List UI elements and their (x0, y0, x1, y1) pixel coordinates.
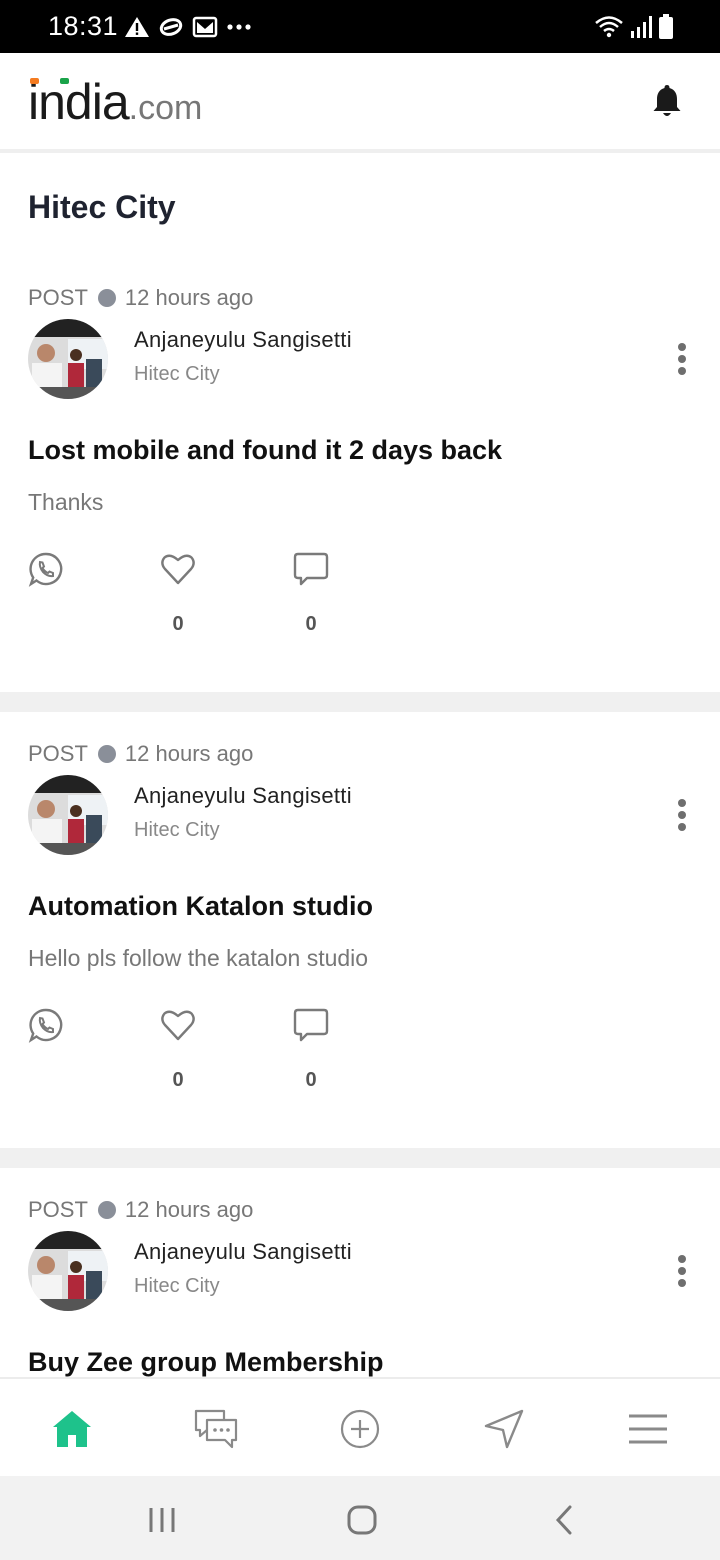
avatar[interactable] (28, 319, 108, 399)
post-actions: 0 0 (0, 551, 720, 641)
more-vertical-icon (678, 343, 686, 351)
battery-icon (659, 14, 673, 39)
like-heart-icon[interactable] (160, 1007, 196, 1043)
bell-icon (653, 85, 681, 116)
avatar[interactable] (28, 1231, 108, 1311)
home-circle-icon (347, 1505, 377, 1535)
chat-icon (194, 1409, 238, 1449)
post-title[interactable]: Lost mobile and found it 2 days back (28, 435, 502, 466)
menu-icon (629, 1414, 667, 1444)
logo-accent-marks (30, 78, 69, 84)
nav-navigate[interactable] (480, 1405, 528, 1453)
meta-dot (97, 745, 116, 763)
system-navigation-bar (0, 1476, 720, 1560)
status-system-icons (594, 14, 674, 40)
author-name[interactable]: Anjaneyulu Sangisetti (134, 1239, 352, 1265)
author-location: Hitec City (134, 1275, 220, 1297)
post-meta: POST 12 hours ago (28, 283, 253, 313)
whatsapp-share-icon[interactable] (28, 1007, 64, 1043)
bottom-navigation (0, 1377, 720, 1476)
post-body: Thanks (28, 489, 104, 515)
signal-icon (631, 16, 652, 38)
post-meta: POST 12 hours ago (28, 1195, 253, 1225)
nav-menu[interactable] (624, 1405, 672, 1453)
more-options-button[interactable] (672, 343, 692, 375)
status-time: 18:31 (48, 11, 119, 41)
recent-apps-icon (149, 1508, 175, 1532)
page-title: Hitec City (28, 189, 176, 225)
post-time: 12 hours ago (124, 741, 254, 766)
back-button[interactable] (544, 1500, 584, 1540)
home-icon (53, 1411, 91, 1447)
link-icon (159, 18, 183, 36)
post-meta: POST 12 hours ago (28, 739, 253, 769)
post-type: POST (28, 285, 88, 310)
post-title[interactable]: Buy Zee group Membership (28, 1347, 384, 1377)
warning-icon (125, 17, 149, 37)
post-time: 12 hours ago (124, 285, 254, 310)
post-card[interactable]: POST 12 hours ago Anjaneyulu Sangisetti … (0, 1195, 720, 1377)
meta-dot (97, 289, 116, 307)
add-post-icon (340, 1409, 380, 1449)
home-button[interactable] (342, 1500, 382, 1540)
nav-home[interactable] (48, 1405, 96, 1453)
avatar[interactable] (28, 775, 108, 855)
author-location: Hitec City (134, 363, 220, 385)
logo-com-text: .com (128, 89, 203, 127)
whatsapp-share-icon[interactable] (28, 551, 64, 587)
author-name[interactable]: Anjaneyulu Sangisetti (134, 783, 352, 809)
more-options-button[interactable] (672, 1255, 692, 1287)
gmail-icon (192, 16, 218, 38)
wifi-icon (595, 16, 623, 38)
post-separator (0, 1148, 720, 1168)
app-header: india .com (0, 53, 720, 153)
post-card[interactable]: POST 12 hours ago Anjaneyulu Sangisetti … (0, 739, 720, 1149)
status-bar: 18:31 (0, 0, 720, 53)
status-notification-icons (124, 14, 252, 40)
back-icon (555, 1505, 572, 1535)
author-name[interactable]: Anjaneyulu Sangisetti (134, 327, 352, 353)
more-options-button[interactable] (672, 799, 692, 831)
post-type: POST (28, 1197, 88, 1222)
comment-icon[interactable] (293, 1007, 329, 1043)
feed[interactable]: Hitec City POST 12 hours ago Anjaneyulu … (0, 157, 720, 1377)
like-count: 0 (172, 1069, 184, 1091)
comment-count: 0 (305, 613, 317, 635)
comment-icon[interactable] (293, 551, 329, 587)
post-body: Hello pls follow the katalon studio (28, 945, 369, 971)
post-time: 12 hours ago (124, 1197, 254, 1222)
nav-add-post[interactable] (336, 1405, 384, 1453)
more-vertical-icon (678, 799, 686, 807)
post-separator (0, 692, 720, 712)
post-actions: 0 0 (0, 1007, 720, 1097)
post-card[interactable]: POST 12 hours ago Anjaneyulu Sangisetti … (0, 283, 720, 693)
recent-apps-button[interactable] (142, 1500, 182, 1540)
post-type: POST (28, 741, 88, 766)
post-title[interactable]: Automation Katalon studio (28, 891, 373, 922)
nav-chat[interactable] (192, 1405, 240, 1453)
author-location: Hitec City (134, 819, 220, 841)
more-vertical-icon (678, 1255, 686, 1263)
like-heart-icon[interactable] (160, 551, 196, 587)
comment-count: 0 (305, 1069, 317, 1091)
like-count: 0 (172, 613, 184, 635)
navigate-icon (484, 1409, 524, 1449)
meta-dot (97, 1201, 116, 1219)
notifications-button[interactable] (652, 83, 682, 123)
more-dots-icon (227, 24, 251, 30)
